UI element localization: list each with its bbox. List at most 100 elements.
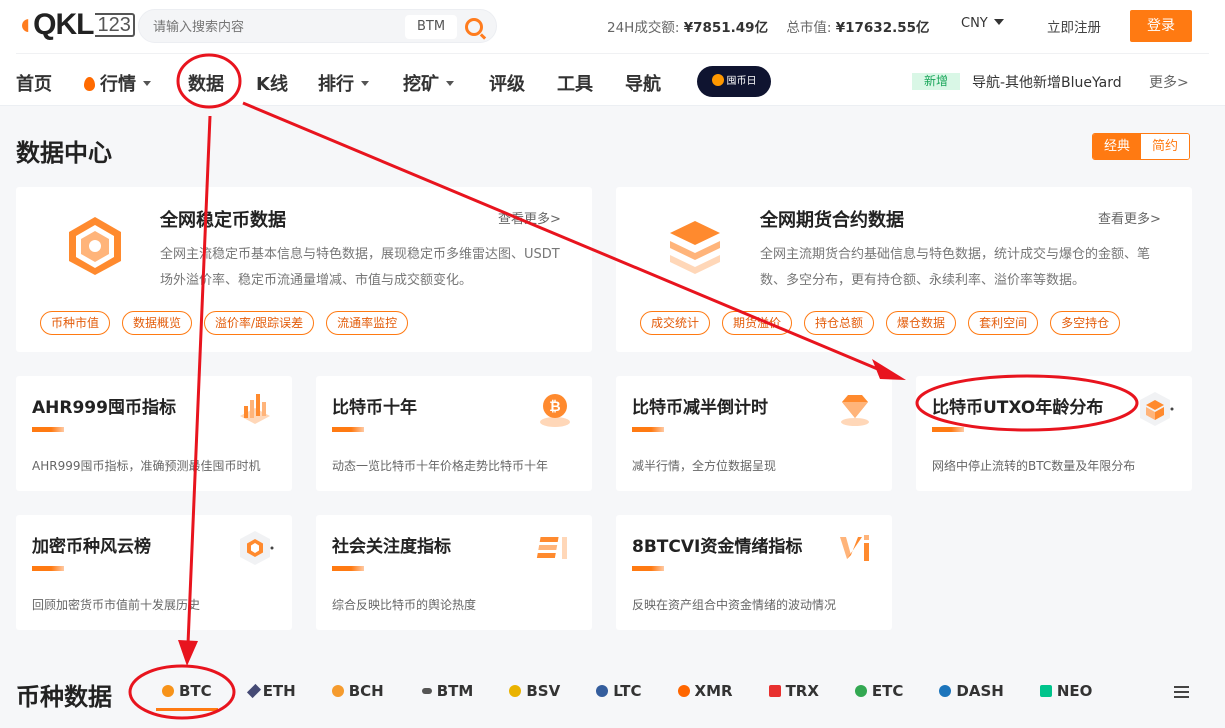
market-stats: 24H成交额: ¥7851.49亿 总市值: ¥17632.55亿 [607,16,944,36]
tab-xmr[interactable]: XMR [677,682,733,700]
chip-list: 币种市值 数据概览 溢价率/跟踪误差 流通率监控 [40,311,409,335]
search-hint-tag[interactable]: BTM [405,15,457,39]
tab-btc[interactable]: BTC [156,682,218,711]
accent-bar [32,566,64,571]
tab-btm[interactable]: BTM [421,682,473,700]
logo-mark: ◖ [16,8,34,41]
accent-bar [332,427,364,432]
news-ticker[interactable]: 导航-其他新增BlueYard [972,72,1122,92]
chip[interactable]: 套利空间 [968,311,1039,335]
menu-icon[interactable] [1174,686,1189,698]
tab-neo[interactable]: NEO [1039,682,1092,700]
social-attention-card[interactable]: 社会关注度指标 综合反映比特币的舆论热度 [316,515,592,630]
accent-bar [32,427,64,432]
accent-bar [632,566,664,571]
card-title: 加密币种风云榜 [32,537,151,557]
card-description: 动态一览比特币十年价格走势比特币十年 [332,459,549,473]
toggle-classic[interactable]: 经典 [1093,134,1141,159]
nav-market[interactable]: 行情 [84,70,151,96]
nav-kline[interactable]: K线 [256,70,288,96]
chevron-down-icon [143,81,151,86]
card-title: AHR999囤币指标 [32,398,176,418]
8btcvi-card[interactable]: 8BTCVI资金情绪指标 反映在资产组合中资金情绪的波动情况 [616,515,892,630]
site-logo[interactable]: ◖ QKL 123 [16,8,135,41]
search-icon[interactable] [465,18,483,36]
chip[interactable]: 币种市值 [40,311,111,335]
chip[interactable]: 流通率监控 [326,311,409,335]
hexagon-icon [240,531,274,565]
card-title: 比特币十年 [332,398,417,418]
tab-bch[interactable]: BCH [331,682,384,700]
fire-icon [84,77,95,91]
chip-list: 成交统计 期货溢价 持仓总额 爆仓数据 套利空间 多空持仓 [640,311,1121,335]
nav-market-label: 行情 [100,74,136,95]
trx-icon [768,685,781,697]
card-description: AHR999囤币指标，准确预测最佳囤币时机 [32,459,261,473]
nav-rating[interactable]: 评级 [489,70,525,96]
nav-mining-label: 挖矿 [403,74,439,95]
coin-data-title: 币种数据 [16,683,112,711]
dash-icon [939,685,952,697]
card-title: 比特币UTXO年龄分布 [932,398,1104,418]
chip[interactable]: 数据概览 [122,311,193,335]
currency-select[interactable]: CNY [961,16,1004,31]
ahr999-card[interactable]: AHR999囤币指标 AHR999囤币指标，准确预测最佳囤币时机 [16,376,292,491]
futures-card[interactable]: 全网期货合约数据 查看更多> 全网主流期货合约基础信息与特色数据，统计成交与爆仓… [616,187,1192,352]
chip[interactable]: 成交统计 [640,311,711,335]
chip[interactable]: 期货溢价 [722,311,793,335]
accent-bar [332,566,364,571]
card-description: 反映在资产组合中资金情绪的波动情况 [632,598,837,612]
card-description: 减半行情，全方位数据呈现 [632,459,777,473]
tab-trx[interactable]: TRX [768,682,819,700]
card-title: 社会关注度指标 [332,537,451,557]
nav-ranking-label: 排行 [318,74,354,95]
promo-banner[interactable]: 囤币日 [697,66,771,97]
tab-ltc[interactable]: LTC [596,682,642,700]
halving-card[interactable]: 比特币减半倒计时 减半行情，全方位数据呈现 [616,376,892,491]
card-description: 全网主流期货合约基础信息与特色数据，统计成交与爆仓的金额、笔数、多空分布，更有持… [760,247,1151,288]
eth-icon [246,683,261,699]
crypto-ranking-card[interactable]: 加密币种风云榜 回顾加密货币市值前十发展历史 [16,515,292,630]
register-link[interactable]: 立即注册 [1047,16,1101,36]
btm-icon [421,688,432,694]
chip[interactable]: 多空持仓 [1050,311,1121,335]
chevron-down-icon [361,81,369,86]
tab-eth[interactable]: ETH [246,682,296,700]
chip[interactable]: 爆仓数据 [886,311,957,335]
view-toggle: 经典 简约 [1092,133,1190,160]
nav-home[interactable]: 首页 [16,70,52,96]
tab-bsv[interactable]: BSV [509,682,560,700]
search-input[interactable] [153,17,373,37]
tab-label: BSV [526,682,561,700]
xmr-icon [677,685,690,697]
bitcoin-decade-card[interactable]: 比特币十年 动态一览比特币十年价格走势比特币十年 ₿ [316,376,592,491]
nav-data[interactable]: 数据 [188,70,224,96]
tab-label: BCH [348,682,384,700]
card-title: 比特币减半倒计时 [632,398,768,418]
header-divider [16,53,1209,54]
tab-label: ETC [871,682,904,700]
svg-text:₿: ₿ [549,399,560,415]
more-link[interactable]: 更多> [1149,72,1189,92]
tab-dash[interactable]: DASH [939,682,1004,700]
nav-navigation[interactable]: 导航 [625,70,661,96]
tab-label: TRX [785,682,819,700]
stablecoin-card[interactable]: 全网稳定币数据 查看更多> 全网主流稳定币基本信息与特色数据，展现稳定币多维雷达… [16,187,592,352]
chip[interactable]: 溢价率/跟踪误差 [204,311,315,335]
tab-etc[interactable]: ETC [854,682,904,700]
nav-tools[interactable]: 工具 [557,70,593,96]
coin-icon [711,74,724,86]
chip[interactable]: 持仓总额 [804,311,875,335]
nav-mining[interactable]: 挖矿 [403,70,454,96]
see-more-link[interactable]: 查看更多> [498,208,561,227]
promo-banner-label: 囤币日 [726,76,757,87]
volume-label: 24H成交额: [607,20,680,36]
login-button[interactable]: 登录 [1130,10,1192,42]
top-header: ◖QKL123 BTM 24H成交额: ¥7851.49亿 总市值: ¥1763… [0,0,1225,106]
nav-ranking[interactable]: 排行 [318,70,369,96]
toggle-simple[interactable]: 简约 [1141,134,1189,159]
new-badge: 新增 [912,73,960,90]
see-more-link[interactable]: 查看更多> [1098,208,1161,227]
utxo-card[interactable]: 比特币UTXO年龄分布 网络中停止流转的BTC数量及年限分布 [916,376,1192,491]
diamond-icon [841,395,869,426]
